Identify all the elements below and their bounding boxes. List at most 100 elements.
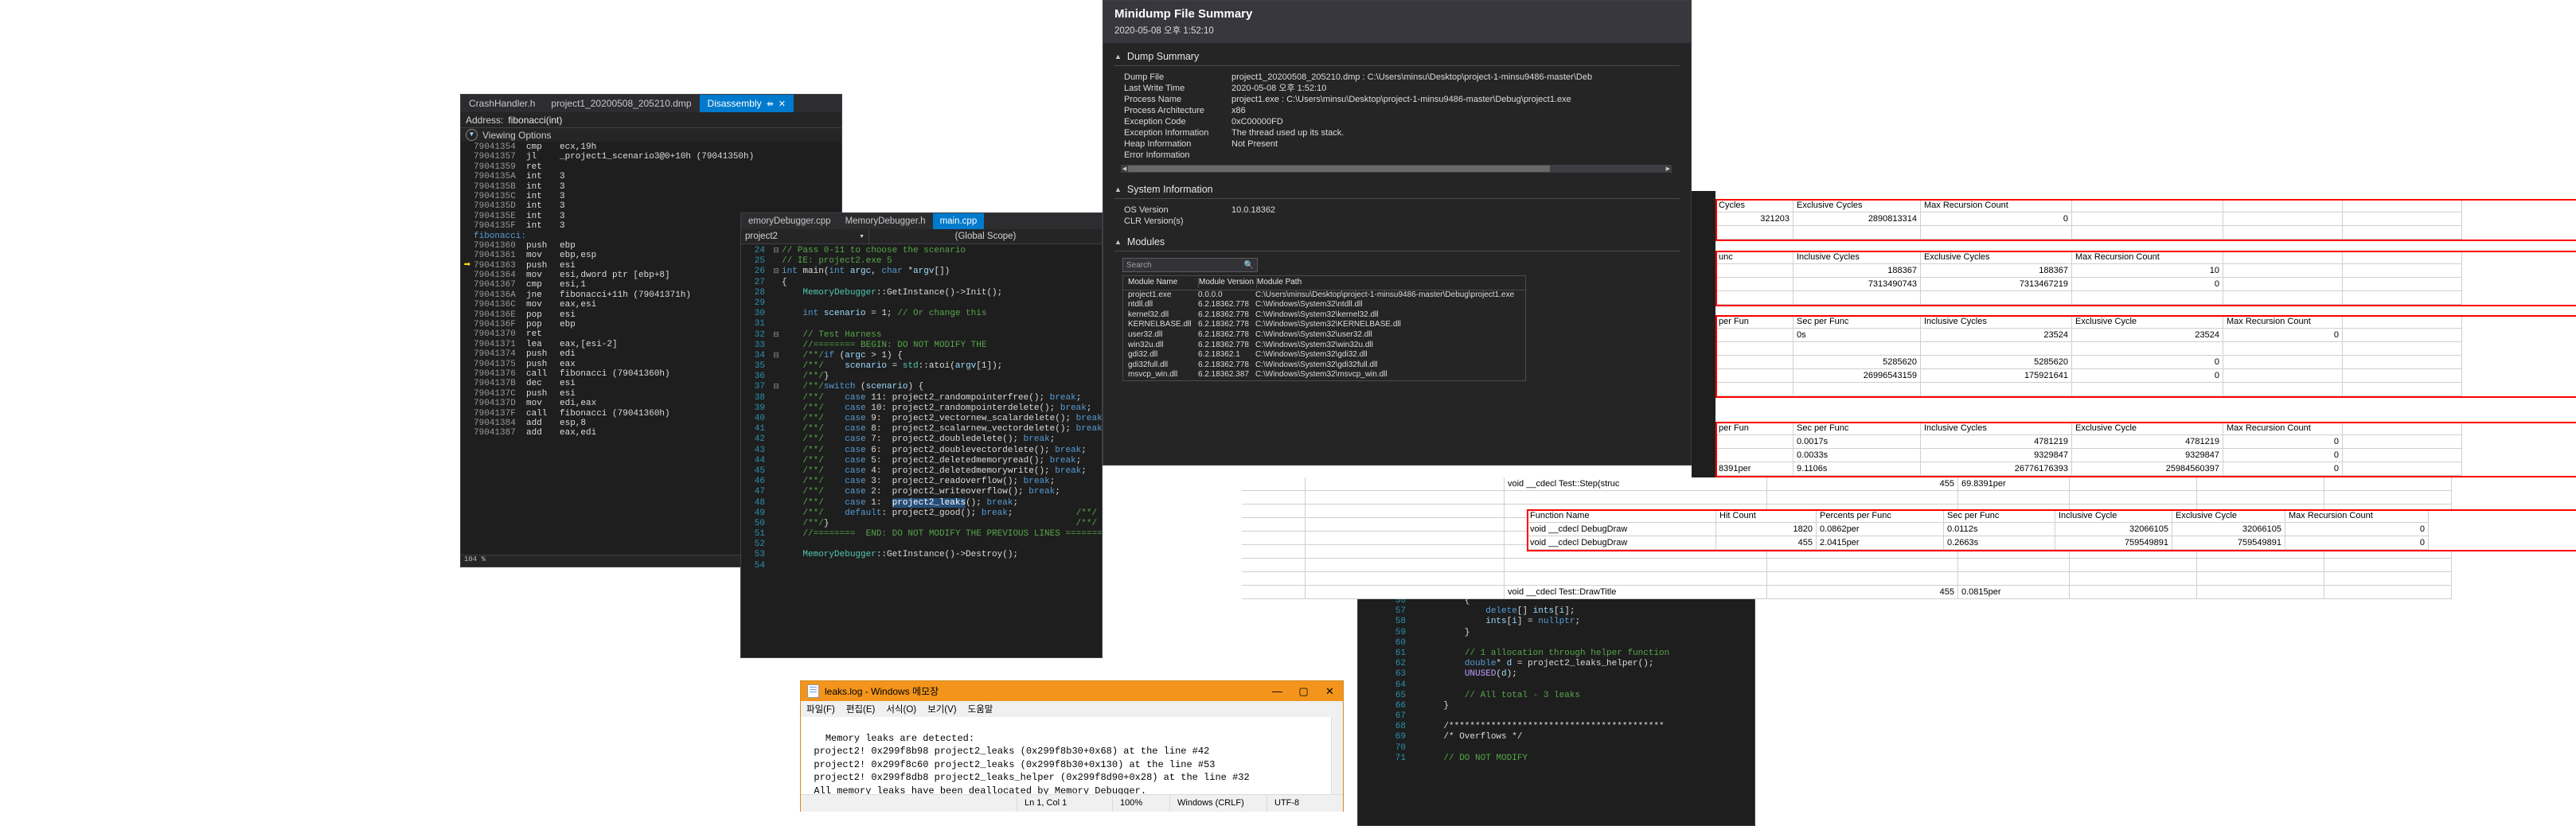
fold-marker-icon[interactable] [771,519,782,529]
table-row[interactable]: project1.exe 0.0.0.0 C:\Users\minsu\Deskto… [1123,290,1525,301]
code-line[interactable]: 27 { [741,278,1102,288]
menu-item[interactable]: 보기(V) [927,703,957,715]
code-line[interactable]: 68 /************************************… [1382,722,1754,732]
fold-marker-icon[interactable] [771,498,782,508]
column-header[interactable] [2223,199,2343,212]
column-header[interactable]: per Fun [1715,315,1793,329]
code-line[interactable]: 35 /**/ scenario = std::atoi(argv[1]); [741,361,1102,372]
code-line[interactable]: 34 ⊟ /**/if (argc > 1) { [741,351,1102,361]
fold-marker-icon[interactable] [771,540,782,550]
column-header[interactable]: unc [1715,251,1793,264]
table-row[interactable]: kernel32.dll 6.2.18362.778 C:\Windows\Syst… [1123,310,1525,321]
code-line[interactable]: 28 MemoryDebugger::GetInstance()->Init()… [741,288,1102,298]
column-header[interactable]: Inclusive Cycles [1793,251,1921,264]
chevron-down-icon[interactable]: ▼ [859,234,865,240]
menu-item[interactable]: 편집(E) [846,703,876,715]
system-information-heading[interactable]: ▲ System Information [1114,184,1680,199]
table-row[interactable]: 188367 188367 10 [1715,264,2576,278]
column-header[interactable] [2343,251,2462,264]
code-line[interactable]: 48 /**/ case 1: project2_leaks(); break; [741,497,1102,508]
minimize-button[interactable]: — [1264,681,1290,701]
column-header[interactable] [2072,199,2223,212]
disassembly-line[interactable]: 7904135C int 3 [461,192,841,201]
fold-marker-icon[interactable]: ⊟ [771,246,782,256]
menu-item[interactable]: 파일(F) [806,703,835,715]
code-line[interactable]: 24 ⊟// Pass 0-11 to choose the scenario [741,246,1102,256]
column-header[interactable]: Exclusive Cycle [2072,422,2223,435]
column-header[interactable]: Sec per Func [1793,315,1921,329]
column-header[interactable]: Percents per Func [1817,509,1944,523]
fold-marker-icon[interactable] [771,256,782,267]
tab-dmp[interactable]: project1_20200508_205210.dmp [543,95,699,112]
table-row[interactable] [1715,342,2576,356]
table-row[interactable] [1242,572,2576,586]
code-line[interactable]: 31 [741,319,1102,329]
chevron-down-icon[interactable]: ▼ [466,129,478,141]
fold-marker-icon[interactable] [771,361,782,372]
code-line[interactable]: 43 /**/ case 6: project2_doublevectordel… [741,446,1102,456]
fold-marker-icon[interactable] [771,561,782,571]
table-row[interactable]: 0.0033s 9329847 9329847 0 [1715,449,2576,462]
modules-search-box[interactable]: Search 🔍 [1122,258,1258,272]
fold-marker-icon[interactable] [771,529,782,540]
code-line[interactable]: 37 ⊟ /**/switch (scenario) { [741,382,1102,392]
column-header[interactable] [2343,422,2462,435]
fold-marker-icon[interactable] [771,341,782,351]
code-line[interactable]: 41 /**/ case 8: project2_scalarnew_vecto… [741,424,1102,434]
column-header[interactable]: Exclusive Cycle [2072,315,2223,329]
disassembly-line[interactable]: 79041359 ret [461,162,841,172]
column-header[interactable]: Max Recursion Count [2072,251,2223,264]
code-line[interactable]: 45 /**/ case 4: project2_deletedmemorywr… [741,466,1102,477]
column-header[interactable]: Inclusive Cycles [1921,422,2072,435]
code-line[interactable]: 39 /**/ case 10: project2_randompointerd… [741,403,1102,414]
fold-marker-icon[interactable] [771,434,782,445]
scope-selector[interactable]: (Global Scope) [869,229,1102,244]
notepad-titlebar[interactable]: leaks.log - Windows 메모장 — ▢ ✕ [801,681,1343,701]
column-module-path[interactable]: Module Path [1257,278,1525,288]
maximize-button[interactable]: ▢ [1290,681,1317,701]
column-header[interactable] [2343,199,2462,212]
table-row[interactable] [1715,383,2576,396]
fold-marker-icon[interactable] [771,278,782,288]
code-line[interactable]: 26 ⊟ int main(int argc, char *argv[]) [741,267,1102,277]
table-row[interactable] [1715,291,2576,305]
table-row[interactable]: 26996543159 175921641 0 [1715,369,2576,383]
menu-item[interactable]: 도움말 [968,703,993,715]
code-line[interactable]: 25 // IE: project2.exe 5 [741,256,1102,267]
column-header[interactable] [2223,251,2343,264]
fold-marker-icon[interactable] [771,550,782,560]
profiler-table-1[interactable]: Cycles Exclusive Cycles Max Recursion Coun… [1715,199,2576,240]
table-row[interactable]: 5285620 5285620 0 [1715,356,2576,369]
horizontal-scrollbar[interactable]: ◀ ▶ [1121,165,1672,173]
code-line[interactable]: 49 /**/ default: project2_good(); break;… [741,508,1102,519]
column-header[interactable]: Max Recursion Count [2223,422,2343,435]
fold-marker-icon[interactable]: ⊟ [771,382,782,392]
column-header[interactable]: Inclusive Cycle [2055,509,2172,523]
table-row[interactable]: void __cdecl DebugDraw 1820 0.0862per 0.011… [1527,523,2576,536]
table-row[interactable]: 321203 2890813314 0 [1715,212,2576,226]
table-row[interactable]: 7313490743 7313467219 0 [1715,278,2576,291]
menu-item[interactable]: 서식(O) [886,703,916,715]
fold-marker-icon[interactable]: ⊟ [771,267,782,277]
table-row[interactable]: 8391per 9.1106s 26776176393 25984560397 0 [1715,462,2576,476]
fold-marker-icon[interactable] [771,288,782,298]
profiler-table-3[interactable]: per Fun Sec per Func Inclusive Cycles Exclu… [1715,315,2576,396]
table-row[interactable]: user32.dll 6.2.18362.778 C:\Windows\System… [1123,330,1525,341]
disassembly-line[interactable]: 79041354 cmp ecx,19h [461,142,841,152]
table-row[interactable]: win32u.dll 6.2.18362.778 C:\Windows\System… [1123,341,1525,351]
profiler-table-2[interactable]: unc Inclusive Cycles Exclusive Cycles Max R… [1715,251,2576,305]
column-header[interactable]: Max Recursion Count [1921,199,2072,212]
viewing-options-row[interactable]: ▼ Viewing Options [461,128,841,142]
fold-marker-icon[interactable] [771,403,782,414]
code-line[interactable]: 29 [741,298,1102,309]
dump-summary-heading[interactable]: ▲ Dump Summary [1114,51,1680,66]
column-header[interactable]: per Fun [1715,422,1793,435]
maincpp-code[interactable]: 24 ⊟// Pass 0-11 to choose the scenario 25… [741,244,1102,571]
scroll-right-icon[interactable]: ▶ [1666,166,1670,172]
fold-marker-icon[interactable] [771,424,782,434]
tab-memorydebugger-h[interactable]: MemoryDebugger.h [838,213,933,229]
profiler-table-5[interactable]: Function Name Hit Count Percents per Func S… [1527,509,2576,550]
table-row[interactable]: gdi32.dll 6.2.18362.1 C:\Windows\System32\… [1123,350,1525,360]
disassembly-line[interactable]: 7904135B int 3 [461,182,841,192]
table-row[interactable]: KERNELBASE.dll 6.2.18362.778 C:\Windows\Sy… [1123,320,1525,330]
